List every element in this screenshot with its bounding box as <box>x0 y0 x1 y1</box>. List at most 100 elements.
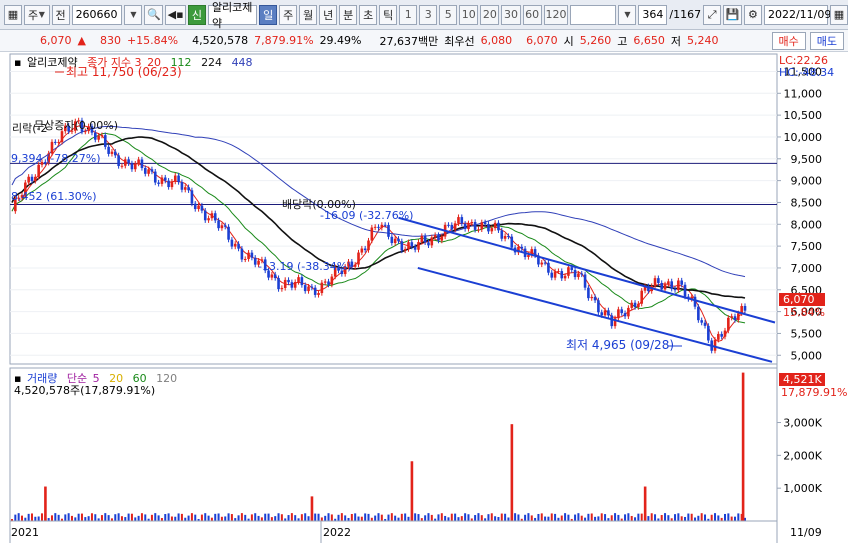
candle-body <box>277 278 280 290</box>
candle-body <box>593 296 597 301</box>
candle-body <box>127 159 130 164</box>
volume-bar <box>27 513 30 521</box>
stock-code-dropdown[interactable]: ▼ <box>124 4 143 25</box>
interval-120[interactable]: 120 <box>543 4 569 25</box>
candle-body <box>137 159 140 164</box>
volume-bar <box>457 517 460 521</box>
candle-body <box>54 141 57 143</box>
volume-bar <box>114 514 117 521</box>
interval-20[interactable]: 20 <box>480 4 500 25</box>
candle-body <box>550 272 554 278</box>
interval-1[interactable]: 1 <box>399 4 418 25</box>
candle-body <box>107 146 110 154</box>
volume-bar <box>377 513 380 521</box>
candle-body <box>240 248 244 260</box>
stock-code-input[interactable]: 260660 <box>71 4 123 25</box>
count-input[interactable]: 364 <box>638 4 668 25</box>
annotation-pct-3: -13.19 (-38.34%) <box>258 260 351 273</box>
volume-bar <box>604 514 607 521</box>
candle-body <box>677 280 680 291</box>
buy-button[interactable]: 매수 <box>771 31 806 50</box>
volume-bar <box>80 513 83 521</box>
volume-bar <box>320 517 323 521</box>
candle-body <box>453 223 457 230</box>
search-icon[interactable]: 🔍 <box>144 4 164 25</box>
volume-bar <box>454 513 457 521</box>
interval-10[interactable]: 10 <box>459 4 479 25</box>
interval-30[interactable]: 30 <box>501 4 521 25</box>
volume-bar <box>674 514 677 521</box>
candle-body <box>173 175 177 182</box>
candle-body <box>563 275 567 279</box>
volume-bar <box>217 513 220 521</box>
legend-ma-112: 112 <box>170 56 192 69</box>
date-input[interactable]: 2022/11/09 <box>763 4 831 25</box>
annotation-pct-2: -16.09 (-32.76%) <box>320 209 413 222</box>
volume-bar <box>450 513 453 521</box>
volume-bar <box>574 514 577 521</box>
candle-body <box>670 281 673 289</box>
volume-bar <box>317 513 320 521</box>
save-icon[interactable]: 💾 <box>723 4 742 25</box>
volume-bar <box>727 513 730 521</box>
candle-body <box>480 222 484 230</box>
candle-body <box>233 243 237 247</box>
volume-bar <box>477 513 480 521</box>
y-tick-label: 7,000 <box>791 262 823 275</box>
candle-body <box>247 252 250 260</box>
volume-bar <box>37 516 40 521</box>
candle-body <box>477 229 480 231</box>
stock-chart[interactable]: 11,50011,00010,50010,0009,5009,0008,5008… <box>0 52 848 543</box>
candle-body <box>580 273 584 275</box>
period-tick[interactable]: 틱 <box>379 4 398 25</box>
volume-bar <box>250 514 253 521</box>
period-month[interactable]: 월 <box>299 4 318 25</box>
interval-5[interactable]: 5 <box>439 4 458 25</box>
candle-body <box>113 151 117 156</box>
hc-label: HC:-48.34 <box>779 66 834 79</box>
gear-icon[interactable]: ⚙ <box>743 4 762 25</box>
period-minute[interactable]: 분 <box>339 4 358 25</box>
volume-value: 4,520,578 <box>192 34 249 47</box>
current-pct-label: 15.84% <box>783 306 825 319</box>
period-second[interactable]: 초 <box>359 4 378 25</box>
interval-dropdown[interactable]: ▼ <box>618 4 637 25</box>
volume-bar <box>544 516 547 521</box>
candle-body <box>360 248 364 253</box>
candle-body <box>557 271 560 273</box>
period-year[interactable]: 년 <box>319 4 338 25</box>
low-price: 5,240 <box>687 34 719 47</box>
chart-layout-icon[interactable]: ▦ <box>4 4 22 25</box>
chevron-down-icon: ▼ <box>624 10 631 19</box>
volume-bar <box>584 517 587 521</box>
candle-body <box>307 286 310 292</box>
candle-body <box>427 242 430 246</box>
interval-60[interactable]: 60 <box>522 4 542 25</box>
interval-3[interactable]: 3 <box>419 4 438 25</box>
period-day[interactable]: 일 <box>259 4 278 25</box>
calendar-icon[interactable]: ▦ <box>829 4 848 25</box>
volume-bar <box>74 517 77 521</box>
candle-body <box>543 262 547 264</box>
candle-body <box>250 252 254 258</box>
candle-body <box>34 176 37 181</box>
candle-body <box>193 203 197 210</box>
candle-body <box>290 282 294 288</box>
custom-interval-input[interactable] <box>570 4 617 25</box>
sell-button[interactable]: 매도 <box>809 31 844 50</box>
type-selector[interactable]: 주 ▼ <box>24 4 50 25</box>
speaker-icon[interactable]: ◀▪ <box>165 4 186 25</box>
y-tick-label: 9,500 <box>791 153 823 166</box>
volume-bar <box>354 513 357 521</box>
candle-body <box>177 175 180 183</box>
volume-bar <box>314 513 317 521</box>
market-selector[interactable]: 전 <box>51 4 70 25</box>
candle-body <box>283 279 287 288</box>
price-change-pct: +15.84% <box>126 34 179 47</box>
low-note: 최저 4,965 (09/28) <box>566 338 674 352</box>
volume-bar <box>64 514 67 521</box>
zoom-icon[interactable]: ⤢ <box>703 4 722 25</box>
period-week[interactable]: 주 <box>279 4 298 25</box>
volume-bar <box>40 513 43 521</box>
volume-bar <box>30 513 33 521</box>
